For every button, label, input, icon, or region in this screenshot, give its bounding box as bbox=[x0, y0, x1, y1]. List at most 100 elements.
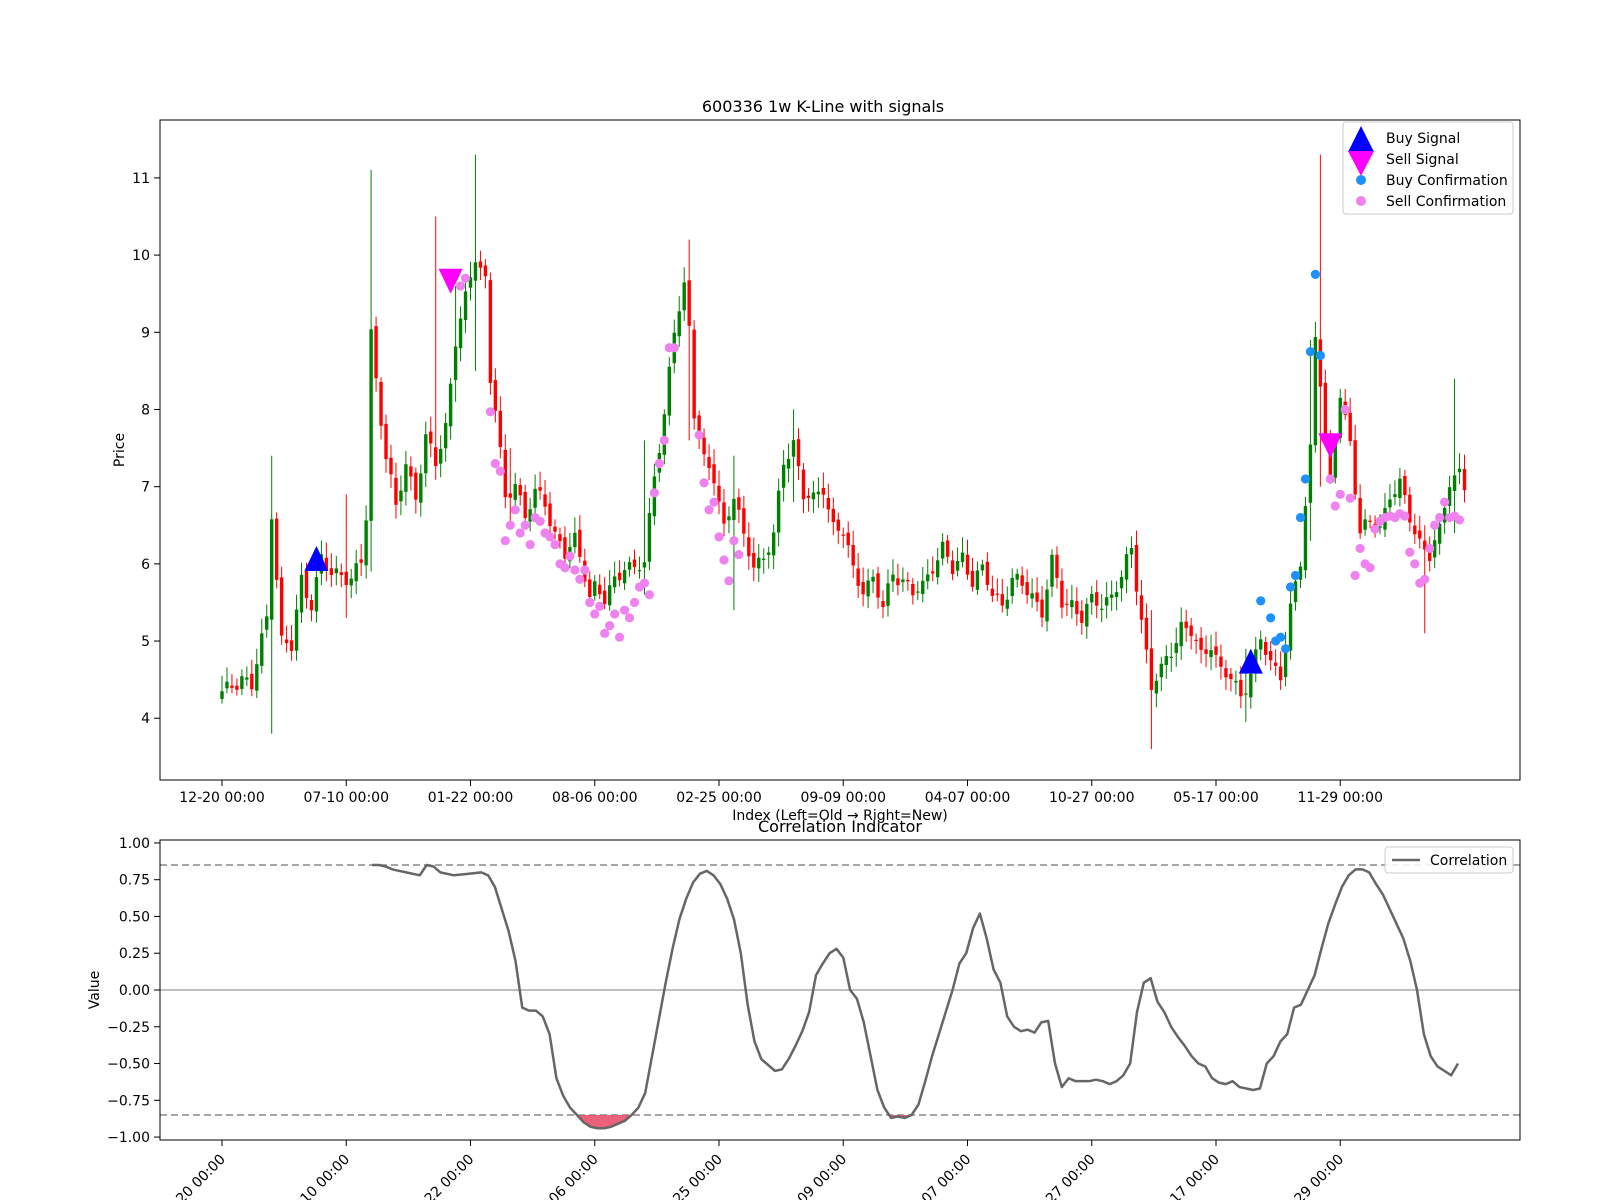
candle-body bbox=[220, 691, 224, 699]
candle-body bbox=[1159, 663, 1164, 678]
candle-body bbox=[667, 366, 671, 416]
kline-title: 600336 1w K-Line with signals bbox=[702, 97, 944, 116]
sell-confirmation-point bbox=[1365, 563, 1375, 573]
candle-body bbox=[1025, 582, 1029, 596]
candle-body bbox=[1179, 621, 1183, 647]
buy-confirmation-point bbox=[1295, 512, 1306, 523]
sell-confirmation-point bbox=[1440, 497, 1450, 507]
candle-body bbox=[593, 581, 597, 596]
candle-body bbox=[1368, 520, 1372, 522]
legend-correlation-label: Correlation bbox=[1430, 853, 1507, 869]
sell-confirmation-point bbox=[649, 488, 659, 498]
candle-body bbox=[950, 560, 955, 575]
candle-body bbox=[225, 681, 229, 689]
candle-body bbox=[841, 534, 845, 536]
candle-body bbox=[985, 561, 990, 585]
sell-confirmation-point bbox=[495, 466, 505, 476]
candle-body bbox=[1264, 642, 1268, 655]
candle-body bbox=[314, 577, 319, 612]
sell-confirmation-point bbox=[1405, 547, 1415, 557]
kline-x-tick-label: 09-09 00:00 bbox=[801, 790, 886, 806]
candle-body bbox=[732, 498, 736, 521]
sell-signal-marker bbox=[1318, 433, 1343, 459]
candle-body bbox=[424, 434, 428, 474]
candle-body bbox=[548, 503, 552, 527]
candle-body bbox=[980, 564, 985, 571]
candle-body bbox=[1398, 478, 1402, 499]
legend-buy-confirmation-label: Buy Confirmation bbox=[1386, 173, 1508, 189]
kline-y-ticks: 4 5 6 7 8 9 10 11 bbox=[132, 171, 160, 727]
candle-body bbox=[926, 574, 930, 582]
candle-body bbox=[1403, 476, 1407, 496]
sell-confirmation-point bbox=[600, 628, 610, 638]
candle-body bbox=[771, 532, 776, 556]
candle-body bbox=[1124, 554, 1129, 580]
sell-confirmation-point bbox=[615, 632, 625, 642]
candle-body bbox=[1194, 639, 1198, 642]
candle-body bbox=[334, 568, 339, 574]
buy-confirmation-point bbox=[1310, 269, 1320, 279]
candle-body bbox=[513, 484, 517, 500]
candle-body bbox=[1045, 589, 1049, 622]
candle-body bbox=[1204, 649, 1208, 654]
correlation-panel: Correlation Indicator 1.00 0.75 0.50 0.25 0.… bbox=[87, 817, 1521, 1204]
candle-body bbox=[1070, 600, 1074, 608]
candle-body bbox=[1388, 499, 1392, 508]
candle-body bbox=[573, 532, 577, 548]
sell-confirmation-point bbox=[560, 563, 570, 573]
kline-plot-frame bbox=[159, 119, 1521, 781]
sell-confirmation-point bbox=[1340, 404, 1350, 415]
sell-confirmation-point bbox=[490, 458, 500, 469]
candle-body bbox=[622, 570, 627, 584]
sell-confirmation-point bbox=[734, 549, 744, 560]
candle-body bbox=[1075, 601, 1079, 615]
candle-body bbox=[384, 423, 388, 460]
candle-body bbox=[508, 493, 512, 498]
sell-confirmation-point bbox=[1355, 543, 1365, 554]
candle-body bbox=[737, 497, 741, 510]
candle-body bbox=[518, 484, 522, 496]
kline-x-ticks: 12-20 00:00 07-10 00:00 01-22 00:00 08-06 0… bbox=[179, 780, 1383, 806]
candle-body bbox=[374, 326, 378, 379]
sell-confirmation-point bbox=[1430, 520, 1440, 530]
candle-body bbox=[240, 676, 244, 689]
candle-body bbox=[1119, 576, 1124, 589]
sell-confirmation-point bbox=[699, 478, 709, 488]
candle-body bbox=[836, 519, 840, 531]
candle-body bbox=[747, 537, 751, 557]
candle-body bbox=[588, 579, 592, 598]
candle-body bbox=[379, 381, 383, 426]
candle-body bbox=[602, 590, 607, 605]
sell-confirmation-point bbox=[654, 458, 664, 469]
candle-body bbox=[483, 265, 488, 277]
candle-body bbox=[617, 572, 622, 581]
candle-body bbox=[1114, 592, 1119, 598]
candle-body bbox=[1184, 621, 1188, 629]
sell-confirmation-point bbox=[694, 430, 704, 440]
candle-body bbox=[1239, 679, 1243, 697]
candle-body bbox=[1134, 544, 1139, 592]
kline-x-tick-label: 04-07 00:00 bbox=[925, 790, 1010, 806]
candle-body bbox=[478, 261, 483, 268]
candle-body bbox=[796, 439, 801, 467]
candle-body bbox=[558, 534, 562, 542]
candle-body bbox=[990, 588, 995, 596]
candle-body bbox=[1308, 444, 1313, 503]
candle-body bbox=[1209, 650, 1213, 658]
candle-body bbox=[692, 329, 696, 419]
correlation-x-tick-label: 02-25 00:00 bbox=[654, 1152, 726, 1200]
candle-body bbox=[1348, 412, 1352, 442]
candle-body bbox=[434, 447, 438, 467]
candle-body bbox=[866, 580, 870, 597]
candle-body bbox=[369, 329, 373, 521]
candle-body bbox=[260, 633, 264, 666]
candle-body bbox=[493, 380, 498, 411]
kline-x-tick-label: 07-10 00:00 bbox=[304, 790, 389, 806]
candle-body bbox=[965, 554, 970, 575]
candle-body bbox=[1338, 397, 1342, 438]
candle-body bbox=[757, 557, 761, 569]
candle-body bbox=[1462, 469, 1467, 491]
candle-body bbox=[389, 457, 393, 475]
candle-body bbox=[399, 490, 403, 502]
correlation-x-tick-label: 05-17 00:00 bbox=[1151, 1152, 1223, 1200]
